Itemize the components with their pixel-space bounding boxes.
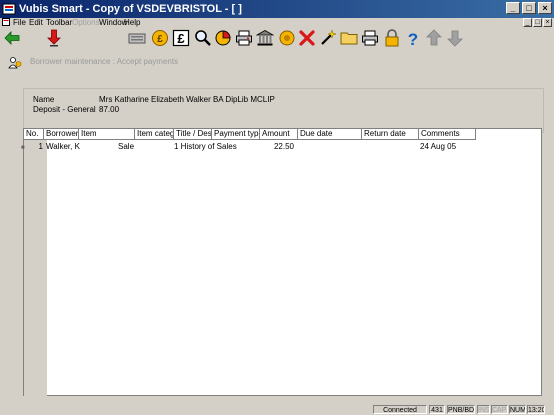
mdi-close-button[interactable]: ×	[543, 18, 552, 27]
mdi-minimize-button[interactable]: _	[523, 18, 532, 27]
row-selector-column: ■	[21, 129, 47, 397]
cell-borrower: Walker, K	[46, 142, 80, 151]
mdi-restore-button[interactable]: □	[533, 18, 542, 27]
deposit-value: 87.00	[99, 105, 120, 114]
status-caps: CAPS	[491, 405, 508, 414]
printer-icon[interactable]	[234, 28, 254, 48]
wand-icon[interactable]	[318, 28, 338, 48]
name-label: Name	[33, 95, 55, 104]
column-header-title[interactable]: Title / Desc	[174, 129, 212, 140]
menu-toolbar[interactable]: Toolbar	[46, 18, 72, 28]
folder-icon[interactable]	[339, 28, 359, 48]
menu-bar: File Edit Toolbar Options Window Help _ …	[0, 18, 554, 28]
current-row-marker-icon[interactable]: ■	[21, 145, 25, 151]
delete-x-icon[interactable]	[297, 28, 317, 48]
column-header-amount[interactable]: Amount	[260, 129, 298, 140]
toolbar: £ £ ?	[0, 28, 554, 50]
column-header-item[interactable]: Item	[79, 129, 135, 140]
status-num: NUM	[509, 405, 526, 414]
cell-no: 1	[38, 142, 43, 151]
borrower-icon	[8, 57, 22, 69]
magnifier-icon[interactable]	[193, 28, 213, 48]
status-bar: Connected 431 PNB/BD INS CAPS NUM 13:20	[0, 404, 554, 415]
column-header-item-category[interactable]: Item categ	[135, 129, 174, 140]
menu-options: Options	[72, 18, 100, 27]
minimize-button[interactable]: _	[506, 2, 520, 14]
down-arrow-grey-icon	[445, 28, 465, 48]
pie-chart-icon[interactable]	[213, 28, 233, 48]
column-header-no[interactable]: No.	[24, 129, 44, 140]
help-icon[interactable]: ?	[403, 28, 423, 48]
column-header-borrower[interactable]: Borrower	[44, 129, 79, 140]
column-header-comments[interactable]: Comments	[419, 129, 476, 140]
coin-icon[interactable]: £	[150, 28, 170, 48]
main-content: Borrower maintenance : Accept payments N…	[0, 50, 553, 404]
cell-comments: 24 Aug 05	[420, 142, 457, 151]
menu-help[interactable]: Help	[124, 18, 140, 28]
svg-text:?: ?	[408, 30, 418, 47]
status-code: 431	[429, 405, 445, 414]
payments-table[interactable]: ■ No. Borrower Item Item categ Title / D…	[21, 128, 543, 397]
svg-text:£: £	[177, 31, 185, 46]
lock-icon[interactable]	[382, 28, 402, 48]
title-bar: Vubis Smart - Copy of VSDEVBRISTOL - [ ]…	[0, 0, 554, 18]
menu-file[interactable]: File	[13, 18, 26, 28]
maximize-button[interactable]: □	[522, 2, 536, 14]
bank-icon[interactable]	[255, 28, 275, 48]
window-title: Vubis Smart - Copy of VSDEVBRISTOL - [ ]	[19, 3, 242, 15]
cell-title: 1 History of Sales	[174, 142, 237, 151]
cell-return-date	[364, 142, 419, 152]
settings-coin-icon[interactable]	[277, 28, 297, 48]
down-arrow-icon[interactable]	[44, 28, 64, 48]
column-header-payment-type[interactable]: Payment type	[212, 129, 260, 140]
close-button[interactable]: ×	[538, 2, 552, 14]
cell-item-category: Sale	[118, 142, 135, 151]
status-time: 13:20	[527, 405, 545, 414]
document-icon[interactable]	[2, 18, 10, 26]
up-arrow-icon	[424, 28, 444, 48]
menu-edit[interactable]: Edit	[29, 18, 43, 28]
print-icon[interactable]	[360, 28, 380, 48]
page-title: Borrower maintenance : Accept payments	[30, 57, 179, 66]
svg-text:£: £	[157, 34, 163, 45]
pound-icon[interactable]: £	[171, 28, 191, 48]
cell-due-date	[300, 142, 360, 152]
status-ins: INS	[477, 405, 490, 414]
status-location: PNB/BD	[447, 405, 475, 414]
column-header-due-date[interactable]: Due date	[298, 129, 362, 140]
status-connection: Connected	[373, 405, 427, 414]
borrower-info-panel: Name Mrs Katharine Elizabeth Walker BA D…	[23, 88, 544, 133]
cell-amount: 22.50	[273, 142, 294, 151]
table-header: No. Borrower Item Item categ Title / Des…	[24, 129, 543, 140]
deposit-label: Deposit - General	[33, 105, 96, 114]
name-value: Mrs Katharine Elizabeth Walker BA DipLib…	[99, 95, 275, 104]
back-arrow-icon[interactable]	[2, 28, 22, 48]
card-reader-icon[interactable]	[127, 28, 147, 48]
app-icon[interactable]	[2, 2, 16, 16]
column-header-return-date[interactable]: Return date	[362, 129, 419, 140]
